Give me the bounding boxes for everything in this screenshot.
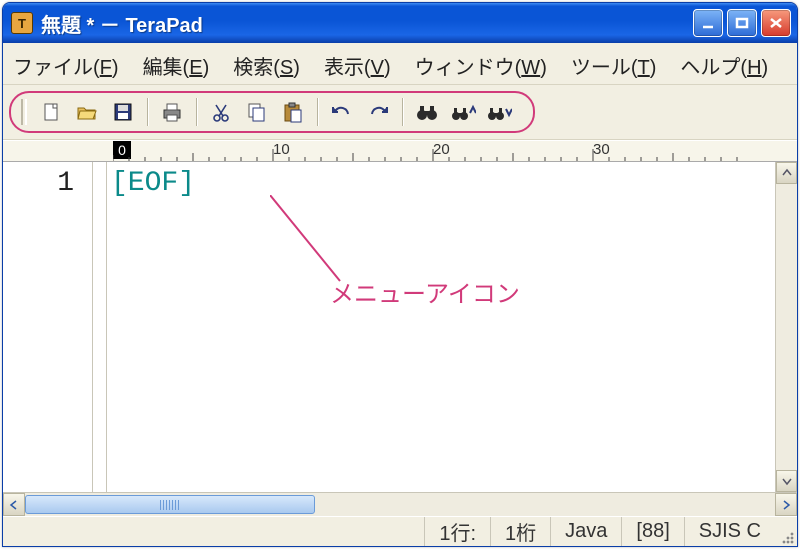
ruler-mark: 10 xyxy=(273,141,290,158)
redo-icon xyxy=(366,102,390,122)
toolbar-container xyxy=(3,85,797,140)
toolbar xyxy=(9,91,535,133)
text-editor[interactable]: [EOF] xyxy=(107,162,775,492)
ruler-mark: 20 xyxy=(433,141,450,158)
open-folder-icon xyxy=(75,101,99,123)
new-file-icon xyxy=(40,101,62,123)
gutter-separator xyxy=(93,162,107,492)
status-bar: 1行: 1桁 Java [88] SJIS C xyxy=(3,516,797,546)
status-line: 1行: xyxy=(424,517,490,546)
menu-help[interactable]: ヘルプ(H) xyxy=(680,51,768,80)
chevron-up-icon xyxy=(782,168,792,178)
menu-bar: ファイル(F) 編集(E) 検索(S) 表示(V) ウィンドウ(W) ツール(T… xyxy=(3,43,797,85)
title-bar[interactable]: T 無題 * － TeraPad xyxy=(3,3,797,43)
maximize-icon xyxy=(734,16,750,30)
copy-icon xyxy=(245,101,269,123)
copy-button[interactable] xyxy=(241,97,273,127)
binoculars-up-icon xyxy=(450,101,476,123)
menu-edit[interactable]: 編集(E) xyxy=(143,51,210,80)
undo-button[interactable] xyxy=(326,97,358,127)
scissors-icon xyxy=(210,101,232,123)
paste-clipboard-icon xyxy=(281,101,305,123)
binoculars-down-icon xyxy=(486,101,512,123)
find-button[interactable] xyxy=(411,97,443,127)
line-number-gutter: 1 xyxy=(3,162,93,492)
open-button[interactable] xyxy=(71,97,103,127)
resize-grip[interactable] xyxy=(775,517,797,546)
horizontal-scrollbar[interactable] xyxy=(3,492,797,516)
menu-window[interactable]: ウィンドウ(W) xyxy=(415,51,547,80)
line-number: 1 xyxy=(3,168,74,199)
scroll-left-button[interactable] xyxy=(3,493,25,516)
hscroll-track[interactable] xyxy=(25,493,775,516)
toolbar-handle[interactable] xyxy=(21,99,27,125)
printer-icon xyxy=(160,101,184,123)
save-disk-icon xyxy=(112,101,134,123)
binoculars-icon xyxy=(415,101,439,123)
close-button[interactable] xyxy=(761,9,791,37)
find-prev-button[interactable] xyxy=(447,97,479,127)
window-title: 無題 * － TeraPad xyxy=(41,9,693,38)
menu-tool[interactable]: ツール(T) xyxy=(571,51,657,80)
new-button[interactable] xyxy=(35,97,67,127)
app-icon: T xyxy=(11,12,33,34)
vertical-scrollbar[interactable] xyxy=(775,162,797,492)
chevron-down-icon xyxy=(782,476,792,486)
menu-search[interactable]: 検索(S) xyxy=(233,51,300,80)
print-button[interactable] xyxy=(156,97,188,127)
status-code: [88] xyxy=(621,517,683,546)
status-column: 1桁 xyxy=(490,517,550,546)
paste-button[interactable] xyxy=(277,97,309,127)
chevron-right-icon xyxy=(781,500,791,510)
close-icon xyxy=(768,16,784,30)
editor-area: 1 [EOF] xyxy=(3,162,797,492)
maximize-button[interactable] xyxy=(727,9,757,37)
eof-marker: [EOF] xyxy=(111,168,195,199)
save-button[interactable] xyxy=(107,97,139,127)
cut-button[interactable] xyxy=(205,97,237,127)
ruler-mark: 30 xyxy=(593,141,610,158)
scroll-down-button[interactable] xyxy=(776,470,797,492)
menu-file[interactable]: ファイル(F) xyxy=(13,51,119,80)
app-window: T 無題 * － TeraPad ファイル(F) 編集(E) 検索(S) 表示(… xyxy=(2,2,798,547)
status-mode: Java xyxy=(550,517,621,546)
redo-button[interactable] xyxy=(362,97,394,127)
scroll-right-button[interactable] xyxy=(775,493,797,516)
minimize-button[interactable] xyxy=(693,9,723,37)
menu-view[interactable]: 表示(V) xyxy=(324,51,391,80)
vscroll-track[interactable] xyxy=(776,184,797,470)
ruler-ticks-icon xyxy=(113,141,793,162)
scroll-up-button[interactable] xyxy=(776,162,797,184)
ruler: 0 10 20 30 xyxy=(3,140,797,162)
chevron-left-icon xyxy=(9,500,19,510)
hscroll-thumb[interactable] xyxy=(25,495,315,514)
undo-icon xyxy=(330,102,354,122)
find-next-button[interactable] xyxy=(483,97,515,127)
status-encoding: SJIS C xyxy=(684,517,775,546)
minimize-icon xyxy=(700,16,716,30)
